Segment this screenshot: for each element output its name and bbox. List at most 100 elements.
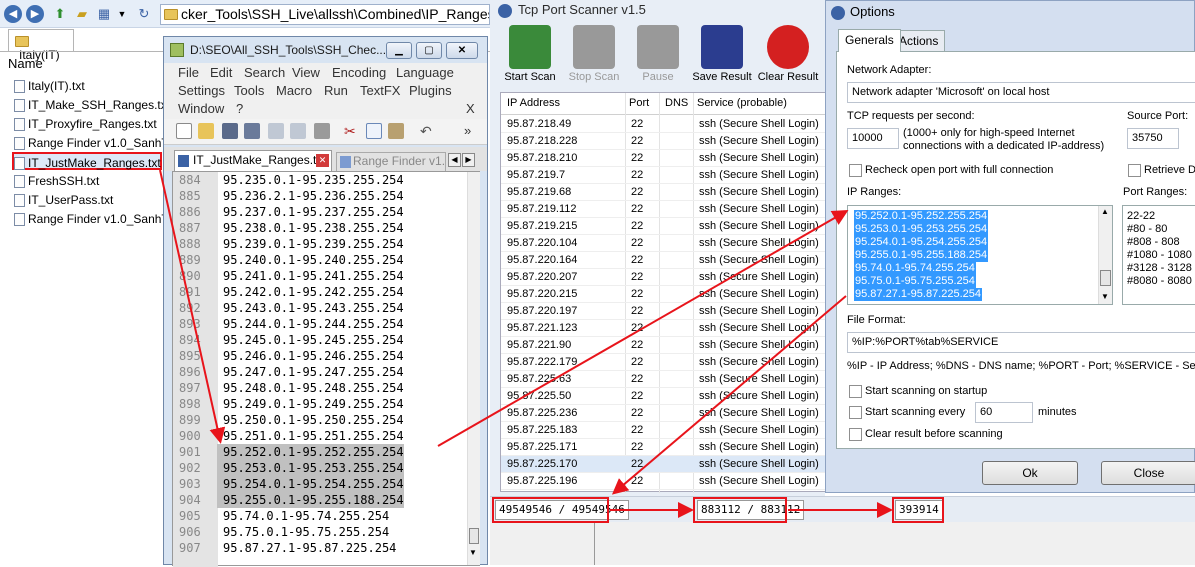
menu-view[interactable]: View <box>292 65 320 80</box>
table-row[interactable]: 95.87.220.215 22 ssh (Secure Shell Login) <box>501 286 827 303</box>
table-row[interactable]: 95.87.221.123 22 ssh (Secure Shell Login) <box>501 320 827 337</box>
editor-line[interactable]: 905 95.74.0.1-95.74.255.254 <box>173 508 465 524</box>
menu-close-doc[interactable]: X <box>466 101 475 116</box>
menu-window[interactable]: Window <box>178 101 224 116</box>
clear-result-button[interactable]: Clear Result <box>756 22 820 88</box>
retrieve-dns-checkbox[interactable] <box>1128 164 1141 177</box>
menu-macro[interactable]: Macro <box>276 83 312 98</box>
new-file-icon[interactable] <box>176 123 192 139</box>
start-every-checkbox[interactable] <box>849 406 862 419</box>
file-item[interactable]: Range Finder v1.0_SanhTI <box>14 210 172 228</box>
tab-scroll-right-icon[interactable]: ▶ <box>462 153 475 167</box>
tab-close-icon[interactable]: ✕ <box>316 154 329 167</box>
minimize-button[interactable]: ▁ <box>386 42 412 59</box>
clear-before-checkbox[interactable] <box>849 428 862 441</box>
table-row[interactable]: 95.87.219.112 22 ssh (Secure Shell Login) <box>501 201 827 218</box>
view-icon[interactable]: ▦ <box>96 6 112 22</box>
column-ip-address[interactable]: IP Address <box>507 97 560 109</box>
text-editor[interactable]: ▼ 884 95.235.0.1-95.235.255.254 885 95.236.… <box>172 171 480 567</box>
table-row[interactable]: 95.87.222.179 22 ssh (Secure Shell Login) <box>501 354 827 371</box>
editor-scrollbar[interactable]: ▼ <box>467 172 480 565</box>
ip-ranges-scrollbar[interactable]: ▲ ▼ <box>1098 206 1112 304</box>
menu-help[interactable]: ? <box>236 101 243 116</box>
table-row[interactable]: 95.87.220.104 22 ssh (Secure Shell Login) <box>501 235 827 252</box>
editor-line[interactable]: 893 95.244.0.1-95.244.255.254 <box>173 316 465 332</box>
editor-line[interactable]: 903 95.254.0.1-95.254.255.254 <box>173 476 465 492</box>
stop-scan-button[interactable]: Stop Scan <box>562 22 626 88</box>
tab-scroll-left-icon[interactable]: ◀ <box>448 153 461 167</box>
table-row[interactable]: 95.87.218.49 22 ssh (Secure Shell Login) <box>501 116 827 133</box>
save-all-icon[interactable] <box>244 123 260 139</box>
menu-language[interactable]: Language <box>396 65 454 80</box>
editor-line[interactable]: 888 95.239.0.1-95.239.255.254 <box>173 236 465 252</box>
column-service[interactable]: Service (probable) <box>697 97 787 109</box>
scroll-down-icon[interactable]: ▼ <box>469 548 477 557</box>
table-row[interactable]: 95.87.218.228 22 ssh (Secure Shell Login) <box>501 133 827 150</box>
table-row[interactable]: 95.87.225.236 22 ssh (Secure Shell Login) <box>501 405 827 422</box>
tab-generals[interactable]: Generals <box>838 29 901 52</box>
undo-icon[interactable]: ↶ <box>420 123 436 139</box>
file-format-input[interactable]: %IP:%PORT%tab%SERVICE <box>847 332 1195 353</box>
editor-line[interactable]: 890 95.241.0.1-95.241.255.254 <box>173 268 465 284</box>
file-item[interactable]: Italy(IT).txt <box>14 77 85 95</box>
scroll-down-icon[interactable]: ▼ <box>1101 292 1109 301</box>
tab-it-justmake[interactable]: IT_JustMake_Ranges.txt ✕ <box>174 150 332 171</box>
maximize-button[interactable]: ▢ <box>416 42 442 59</box>
table-row[interactable]: 95.87.220.164 22 ssh (Secure Shell Login) <box>501 252 827 269</box>
menu-textfx[interactable]: TextFX <box>360 83 400 98</box>
menu-tools[interactable]: Tools <box>234 83 264 98</box>
editor-line[interactable]: 899 95.250.0.1-95.250.255.254 <box>173 412 465 428</box>
start-scan-button[interactable]: Start Scan <box>498 22 562 88</box>
source-port-input[interactable]: 35750 <box>1127 128 1179 149</box>
editor-line[interactable]: 892 95.243.0.1-95.243.255.254 <box>173 300 465 316</box>
scan-results-table[interactable]: IP Address Port DNS Service (probable) 9… <box>500 92 827 493</box>
network-adapter-select[interactable]: Network adapter 'Microsoft' on local hos… <box>847 82 1195 103</box>
close-all-icon[interactable] <box>290 123 306 139</box>
file-item-selected[interactable]: IT_JustMake_Ranges.txt <box>12 152 162 171</box>
column-port[interactable]: Port <box>629 97 649 109</box>
table-row[interactable]: 95.87.225.170 22 ssh (Secure Shell Login) <box>501 456 827 473</box>
folder-tab[interactable]: Italy(IT) <box>8 29 74 62</box>
save-result-button[interactable]: Save Result <box>690 22 754 88</box>
cut-icon[interactable]: ✂ <box>344 123 360 139</box>
editor-line[interactable]: 885 95.236.2.1-95.236.255.254 <box>173 188 465 204</box>
close-dialog-button[interactable]: Close <box>1101 461 1195 485</box>
editor-line[interactable]: 887 95.238.0.1-95.238.255.254 <box>173 220 465 236</box>
column-dns[interactable]: DNS <box>665 97 688 109</box>
editor-line[interactable]: 895 95.246.0.1-95.246.255.254 <box>173 348 465 364</box>
refresh-icon[interactable]: ↻ <box>136 6 152 22</box>
editor-line[interactable]: 894 95.245.0.1-95.245.255.254 <box>173 332 465 348</box>
table-row[interactable]: 95.87.225.63 22 ssh (Secure Shell Login) <box>501 371 827 388</box>
back-icon[interactable]: ◀ <box>4 5 22 23</box>
menu-edit[interactable]: Edit <box>210 65 232 80</box>
editor-line[interactable]: 902 95.253.0.1-95.253.255.254 <box>173 460 465 476</box>
copy-icon[interactable] <box>366 123 382 139</box>
ok-button[interactable]: Ok <box>982 461 1078 485</box>
editor-line[interactable]: 884 95.235.0.1-95.235.255.254 <box>173 172 465 188</box>
table-row[interactable]: 95.87.219.7 22 ssh (Secure Shell Login) <box>501 167 827 184</box>
ip-ranges-textarea[interactable]: ▲ ▼ 95.252.0.1-95.252.255.254 95.253.0.1-… <box>847 205 1113 305</box>
close-file-icon[interactable] <box>268 123 284 139</box>
scrollbar-thumb[interactable] <box>469 528 479 544</box>
table-row[interactable]: 95.87.219.68 22 ssh (Secure Shell Login) <box>501 184 827 201</box>
editor-line[interactable]: 907 95.87.27.1-95.87.225.254 <box>173 540 465 556</box>
address-bar[interactable]: cker_Tools\SSH_Live\allssh\Combined\IP_R… <box>160 4 490 25</box>
table-row[interactable]: 95.87.218.210 22 ssh (Secure Shell Login) <box>501 150 827 167</box>
scrollbar-thumb[interactable] <box>1100 270 1111 286</box>
pause-button[interactable]: Pause <box>626 22 690 88</box>
recheck-checkbox[interactable] <box>849 164 862 177</box>
scroll-up-icon[interactable]: ▲ <box>1101 207 1109 216</box>
menu-file[interactable]: File <box>178 65 199 80</box>
name-column-header[interactable]: Name <box>8 56 43 71</box>
file-item[interactable]: IT_Proxyfire_Ranges.txt <box>14 115 157 133</box>
menu-search[interactable]: Search <box>244 65 285 80</box>
new-folder-icon[interactable]: ▰ <box>74 6 90 22</box>
menu-plugins[interactable]: Plugins <box>409 83 452 98</box>
editor-line[interactable]: 891 95.242.0.1-95.242.255.254 <box>173 284 465 300</box>
start-every-input[interactable]: 60 <box>975 402 1033 423</box>
editor-line[interactable]: 897 95.248.0.1-95.248.255.254 <box>173 380 465 396</box>
menu-settings[interactable]: Settings <box>178 83 225 98</box>
editor-line[interactable]: 898 95.249.0.1-95.249.255.254 <box>173 396 465 412</box>
table-row[interactable]: 95.87.219.215 22 ssh (Secure Shell Login) <box>501 218 827 235</box>
up-folder-icon[interactable]: ⬆ <box>52 6 68 22</box>
